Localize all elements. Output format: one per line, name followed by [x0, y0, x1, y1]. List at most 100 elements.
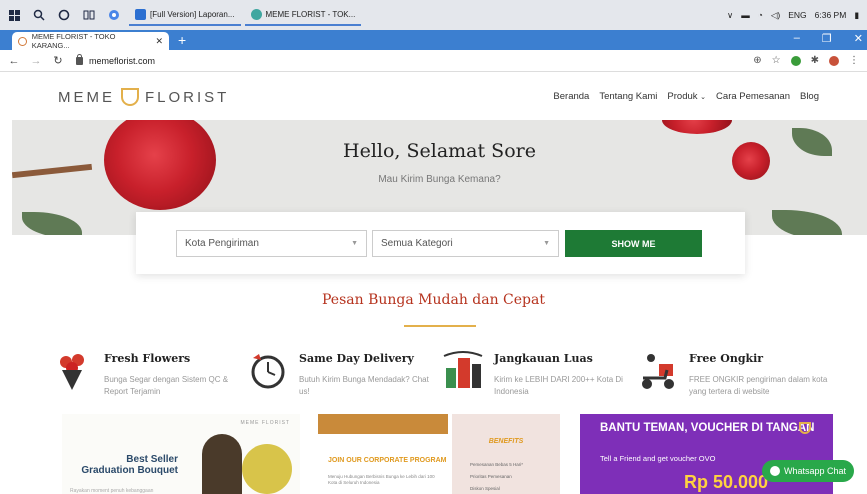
card-title: BANTU TEMAN, VOUCHER DI TANGAN: [600, 422, 815, 434]
wifi-icon[interactable]: ◔: [758, 10, 763, 20]
url-field[interactable]: memeflorist.com: [76, 53, 156, 66]
flowers-banner-image: [318, 414, 448, 434]
battery-icon[interactable]: ▬: [741, 10, 750, 20]
site-logo[interactable]: MEME FLORIST: [58, 88, 229, 106]
install-icon[interactable]: ⊕: [753, 55, 761, 66]
address-bar: ← → ↻ memeflorist.com ⊕ ☆ ✱ ⋮: [0, 50, 867, 72]
feature-description: Bunga Segar dengan Sistem QC & Report Te…: [104, 375, 229, 396]
forward-icon[interactable]: →: [28, 55, 44, 67]
address-bar-actions: ⊕ ☆ ✱ ⋮: [753, 55, 867, 66]
feature-same-day-delivery: Same Day Delivery Butuh Kirim Bunga Mend…: [247, 350, 437, 400]
hero-subtitle: Mau Kirim Bunga Kemana?: [378, 174, 501, 185]
task-view-icon[interactable]: [78, 4, 100, 26]
delivery-scooter-icon: [642, 354, 674, 389]
chevron-down-icon: ⌄: [700, 94, 707, 101]
bookmark-star-icon[interactable]: ☆: [772, 55, 781, 66]
whatsapp-label: Whatsapp Chat: [783, 466, 847, 476]
card-brand: MEME FLORIST: [240, 420, 290, 426]
extensions-puzzle-icon[interactable]: ✱: [811, 55, 819, 66]
tab-title: MEME FLORIST - TOKO KARANG...: [31, 32, 116, 50]
graduate-photo: [202, 434, 242, 494]
voucher-amount: Rp 50.000: [684, 472, 769, 492]
windows-start-icon[interactable]: [3, 4, 25, 26]
promo-card-voucher[interactable]: BANTU TEMAN, VOUCHER DI TANGAN Tell a Fr…: [580, 414, 833, 494]
show-me-button[interactable]: SHOW ME: [565, 230, 702, 257]
hero-title: Hello, Selamat Sore: [343, 140, 536, 162]
minimize-icon[interactable]: –: [794, 32, 800, 45]
feature-title: Jangkauan Luas: [494, 352, 593, 365]
site-header: MEME FLORIST Beranda Tentang Kami Produk…: [0, 72, 867, 120]
close-tab-icon[interactable]: ✕: [155, 36, 163, 47]
bouquet-icon: [60, 354, 84, 390]
rose-image: [104, 120, 216, 210]
feature-fresh-flowers: Fresh Flowers Bunga Segar dengan Sistem …: [52, 350, 242, 400]
section-title: Pesan Bunga Mudah dan Cepat: [322, 292, 545, 308]
browser-tab-strip: MEME FLORIST - TOKO KARANG... ✕ + – ❐ ✕: [0, 30, 867, 50]
tulip-logo-icon: [121, 88, 139, 106]
nav-item-tentang-kami[interactable]: Tentang Kami: [599, 91, 657, 102]
new-tab-button[interactable]: +: [178, 32, 186, 48]
feature-description: Butuh Kirim Bunga Mendadak? Chat us!: [299, 375, 429, 396]
bouquet-photo: [242, 444, 292, 494]
taskbar-app-laporan[interactable]: [Full Version] Laporan...: [129, 4, 241, 26]
card-subtitle: Rayakan moment penuh kebanggaan: [70, 488, 154, 494]
taskbar-app-memeflorist[interactable]: MEME FLORIST - TOK...: [244, 4, 362, 26]
nav-item-cara-pemesanan[interactable]: Cara Pemesanan: [716, 91, 790, 102]
nav-item-blog[interactable]: Blog: [800, 91, 819, 102]
feature-jangkauan-luas: Jangkauan Luas Kirim ke LEBIH DARI 200++…: [442, 350, 632, 400]
city-select-value: Kota Pengiriman: [185, 238, 259, 249]
promo-card-corporate[interactable]: JOIN OUR CORPORATE PROGRAM Menuju Hubung…: [318, 414, 448, 494]
clock[interactable]: 6:36 PM: [815, 10, 847, 20]
feature-description: Kirim ke LEBIH DARI 200++ Kota Di Indone…: [494, 375, 623, 396]
benefit-item: Prioritas Pemesanan: [470, 474, 512, 479]
feature-title: Same Day Delivery: [299, 352, 414, 365]
promo-card-benefits[interactable]: BENEFITS Pemesanan Bebas 5 Hari* Priorit…: [452, 414, 560, 494]
rose-image: [662, 120, 732, 134]
clock-icon: [251, 354, 285, 389]
logo-text-left: MEME: [58, 88, 115, 106]
leaf-image: [22, 212, 82, 235]
cortana-icon[interactable]: [53, 4, 75, 26]
whatsapp-chat-button[interactable]: Whatsapp Chat: [762, 460, 854, 482]
back-icon[interactable]: ←: [6, 55, 22, 67]
chrome-taskbar-icon[interactable]: [103, 4, 125, 26]
promo-card-graduation[interactable]: MEME FLORIST Best Seller Graduation Bouq…: [62, 414, 300, 494]
chevron-up-icon[interactable]: ∨: [727, 10, 733, 21]
chevron-down-icon: ▼: [543, 240, 550, 247]
profile-avatar[interactable]: [829, 55, 839, 66]
tulip-logo-icon: [799, 422, 811, 434]
card-title: Best Seller Graduation Bouquet: [81, 454, 178, 476]
word-icon: [135, 8, 146, 20]
system-tray: ∨ ▬ ◔ ◁) ENG 6:36 PM ▮: [727, 10, 867, 21]
close-window-icon[interactable]: ✕: [854, 32, 863, 45]
card-title: JOIN OUR CORPORATE PROGRAM: [328, 457, 447, 464]
volume-icon[interactable]: ◁): [771, 10, 780, 21]
city-buildings-icon: [443, 351, 483, 388]
chevron-down-icon: ▼: [351, 240, 358, 247]
category-select[interactable]: Semua Kategori ▼: [372, 230, 559, 257]
notification-icon[interactable]: ▮: [854, 10, 859, 21]
nav-item-produk[interactable]: Produk ⌄: [667, 91, 706, 102]
logo-text-right: FLORIST: [145, 88, 230, 106]
extension-icon[interactable]: [790, 55, 801, 66]
window-controls: – ❐ ✕: [794, 32, 863, 45]
main-nav: Beranda Tentang Kami Produk ⌄ Cara Pemes…: [553, 91, 819, 102]
search-card: Kota Pengiriman ▼ Semua Kategori ▼ SHOW …: [136, 212, 745, 274]
search-icon[interactable]: [28, 4, 50, 26]
reload-icon[interactable]: ↻: [50, 54, 66, 67]
taskbar-app-label: MEME FLORIST - TOK...: [265, 9, 356, 19]
url-text: memeflorist.com: [89, 55, 156, 66]
leaf-image: [772, 210, 842, 235]
benefit-item: Pemesanan Bebas 5 Hari*: [470, 462, 524, 467]
favicon-icon: [18, 36, 27, 46]
feature-description: FREE ONGKIR pengiriman dalam kota yang t…: [689, 375, 828, 396]
lock-icon[interactable]: [76, 53, 83, 65]
whatsapp-icon: [769, 466, 780, 476]
nav-item-beranda[interactable]: Beranda: [553, 91, 589, 102]
language-indicator[interactable]: ENG: [788, 10, 806, 20]
browser-tab[interactable]: MEME FLORIST - TOKO KARANG... ✕: [12, 32, 169, 50]
city-select[interactable]: Kota Pengiriman ▼: [176, 230, 367, 257]
maximize-icon[interactable]: ❐: [822, 32, 832, 45]
menu-kebab-icon[interactable]: ⋮: [849, 55, 859, 66]
windows-taskbar: [Full Version] Laporan... MEME FLORIST -…: [0, 0, 867, 30]
